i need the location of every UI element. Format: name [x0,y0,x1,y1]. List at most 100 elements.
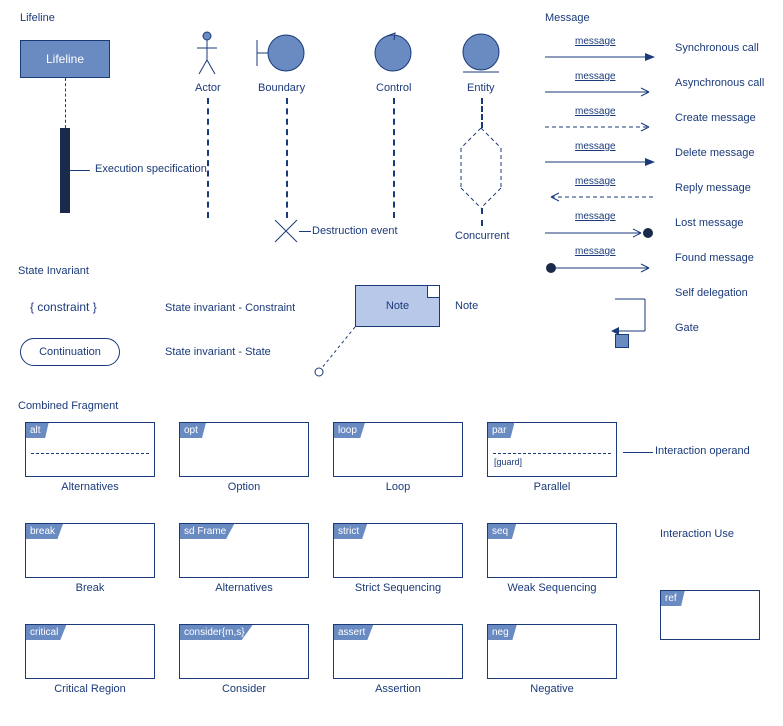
fragment-caption: Assertion [333,683,463,695]
fragment-sdframe: sd Frame Alternatives [179,523,309,594]
interaction-use-tag: ref [661,591,685,606]
message-name: Self delegation [675,287,748,299]
fragment-box: opt [179,422,309,477]
message-found: messageFound message [545,250,765,280]
execution-spec-label: Execution specification [95,163,207,175]
arrow-create-icon [545,122,655,135]
fragment-box: strict [333,523,463,578]
message-gate: Gate [545,320,765,350]
message-overline: message [575,36,616,47]
arrow-found-icon [545,262,655,277]
fragment-caption: Critical Region [25,683,155,695]
lifeline-dashline [65,78,66,128]
actor-label: Actor [195,82,221,94]
fragment-box: break [25,523,155,578]
boundary-icon [255,32,305,74]
fragment-tag: critical [26,625,66,640]
fragment-tag: break [26,524,63,539]
fragment-opt: opt Option [179,422,309,493]
destruction-connector [299,231,311,232]
arrow-delete-icon [545,157,655,170]
fragment-caption: Alternatives [179,582,309,594]
operand-connector [623,452,653,453]
message-name: Synchronous call [675,42,759,54]
fragment-caption: Option [179,481,309,493]
lifeline-box: Lifeline [20,40,110,78]
fragment-box: par[guard] [487,422,617,477]
fragment-tag: alt [26,423,49,438]
message-reply: messageReply message [545,180,765,210]
section-combined-fragment: Combined Fragment [18,400,118,412]
fragment-box: neg [487,624,617,679]
message-name: Asynchronous call [675,77,764,89]
control-dashline [393,98,395,218]
fragment-box: alt [25,422,155,477]
note-fold-icon [427,286,439,298]
fragment-box: seq [487,523,617,578]
arrow-sync-icon [545,52,655,65]
section-message: Message [545,12,590,24]
message-name: Reply message [675,182,751,194]
interaction-use-box: ref [660,590,760,640]
fragment-caption: Negative [487,683,617,695]
arrow-reply-icon [545,192,655,205]
message-overline: message [575,71,616,82]
fragment-break: break Break [25,523,155,594]
message-name: Create message [675,112,756,124]
message-self: Self delegation [545,285,765,315]
boundary-dashline [286,98,288,218]
fragment-considerms: consider{m,s} Consider [179,624,309,695]
fragment-caption: Consider [179,683,309,695]
fragment-dash [31,453,149,454]
arrow-async-icon [545,87,655,100]
fragment-tag: opt [180,423,206,438]
execution-spec-bar [60,128,70,213]
fragment-caption: Loop [333,481,463,493]
fragment-box: consider{m,s} [179,624,309,679]
arrow-gate-icon [545,332,629,348]
fragment-box: critical [25,624,155,679]
concurrent-label: Concurrent [455,230,509,242]
note-text: Note [386,300,409,312]
interaction-operand-label: Interaction operand [655,445,750,457]
fragment-box: sd Frame [179,523,309,578]
fragment-dash [493,453,611,454]
fragment-loop: loop Loop [333,422,463,493]
fragment-caption: Alternatives [25,481,155,493]
message-overline: message [575,246,616,257]
fragment-box: assert [333,624,463,679]
entity-dashline-2 [481,208,483,226]
actor-icon [192,30,222,78]
note-label: Note [455,300,478,312]
message-name: Found message [675,252,754,264]
fragment-tag: par [488,423,514,438]
fragment-alt: alt Alternatives [25,422,155,493]
exec-connector [70,170,90,171]
actor-dashline [207,98,209,218]
continuation-box: Continuation [20,338,120,366]
fragment-assert: assert Assertion [333,624,463,695]
fragment-critical: critical Critical Region [25,624,155,695]
control-label: Control [376,82,411,94]
fragment-caption: Break [25,582,155,594]
fragment-tag: strict [334,524,367,539]
fragment-tag: assert [334,625,373,640]
constraint-label: State invariant - Constraint [165,302,295,314]
fragment-tag: neg [488,625,517,640]
entity-label: Entity [467,82,495,94]
fragment-tag: consider{m,s} [180,625,253,640]
note-box: Note [355,285,440,327]
message-name: Lost message [675,217,743,229]
message-delete: messageDelete message [545,145,765,175]
section-lifeline: Lifeline [20,12,55,24]
fragment-strict: strictStrict Sequencing [333,523,463,594]
section-state-invariant: State Invariant [18,265,89,277]
note-anchor [313,327,363,382]
boundary-label: Boundary [258,82,305,94]
message-name: Delete message [675,147,755,159]
fragment-box: loop [333,422,463,477]
message-overline: message [575,211,616,222]
fragments-grid: alt Alternatives opt Option loop Loop par[guar… [25,422,617,695]
message-name: Gate [675,322,699,334]
constraint-text: { constraint } [30,300,97,314]
